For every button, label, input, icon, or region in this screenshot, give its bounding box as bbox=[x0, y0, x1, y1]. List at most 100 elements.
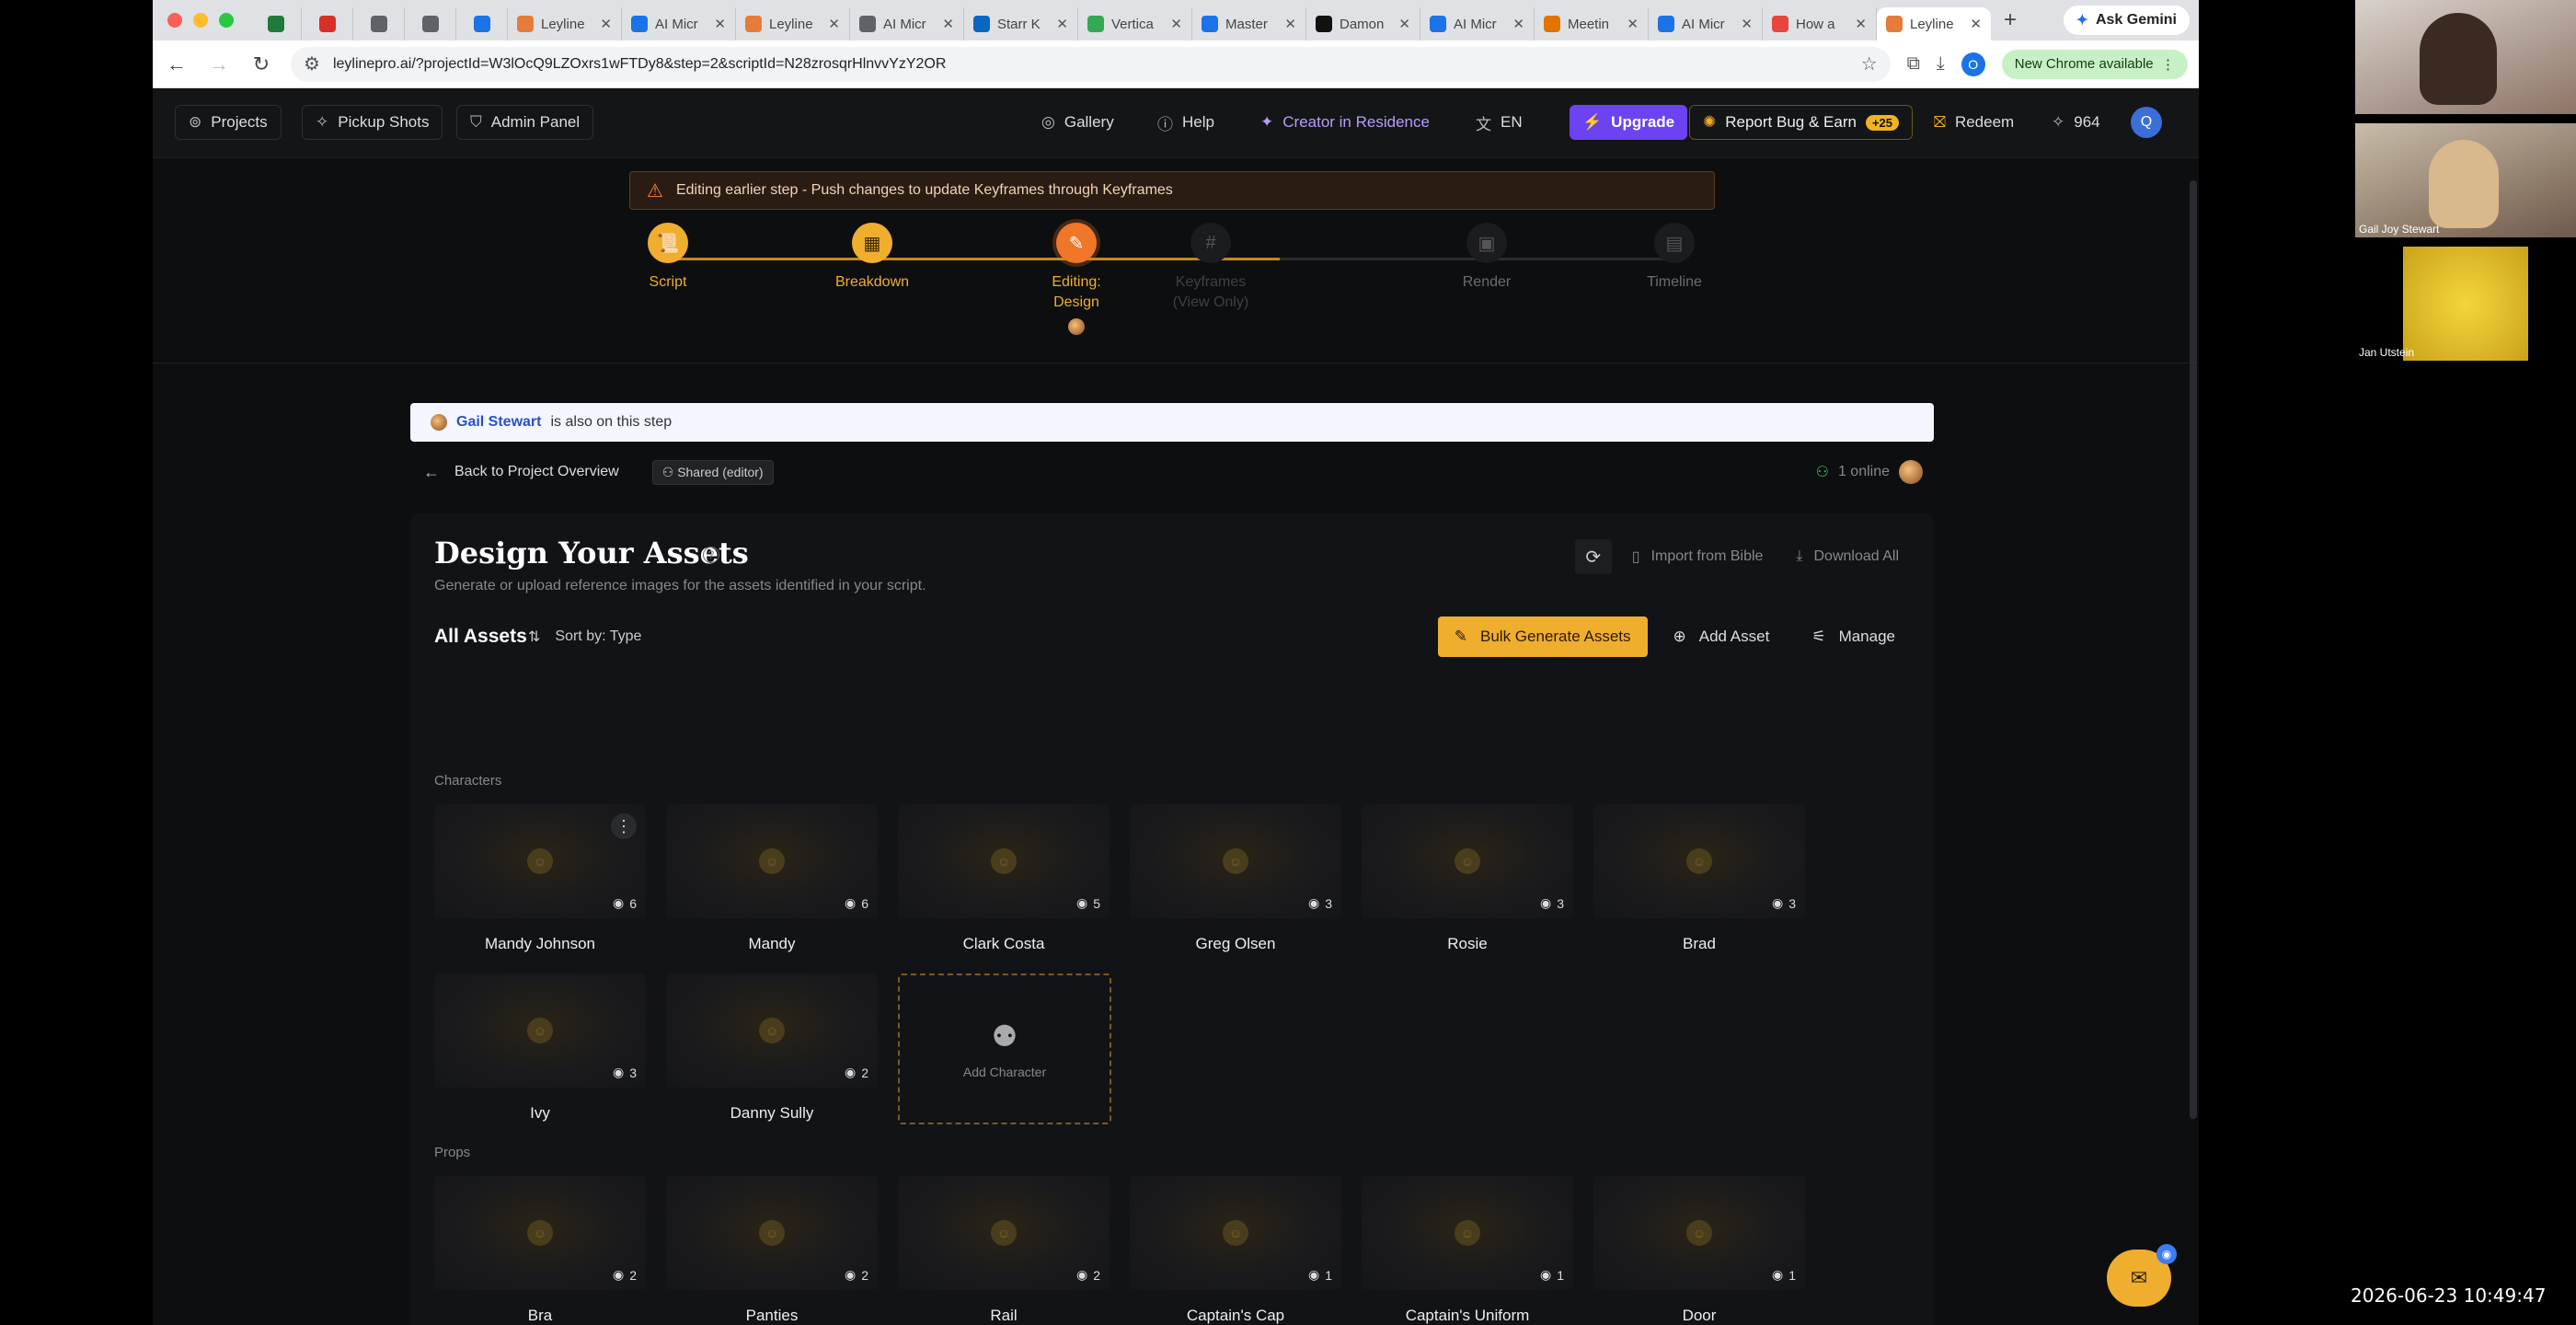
asset-card[interactable]: ☺ ◉ 5 Clark Costa bbox=[898, 804, 1110, 953]
new-chrome-available-button[interactable]: New Chrome available ⋮ bbox=[2001, 49, 2188, 79]
step-timeline[interactable]: ▤ Timeline bbox=[1601, 223, 1748, 293]
reload-icon[interactable]: ↻ bbox=[248, 52, 274, 76]
help-icon[interactable]: ? bbox=[703, 547, 719, 563]
creator-in-residence-button[interactable]: ✦ Creator in Residence bbox=[1248, 105, 1443, 140]
back-arrow-icon[interactable]: ← bbox=[423, 463, 440, 482]
scrollbar[interactable] bbox=[2190, 180, 2197, 1119]
browser-tab[interactable]: AI Micr ✕ bbox=[850, 7, 964, 40]
back-to-project-overview-link[interactable]: Back to Project Overview bbox=[454, 464, 619, 480]
close-tab-icon[interactable]: ✕ bbox=[828, 16, 840, 32]
video-tile-2[interactable]: Gail Joy Stewart bbox=[2355, 123, 2576, 237]
asset-thumbnail[interactable]: ☺ ◉ 5 bbox=[898, 804, 1110, 918]
close-tab-icon[interactable]: ✕ bbox=[714, 16, 726, 32]
video-tile-3[interactable]: Jan Utstein bbox=[2355, 247, 2576, 361]
close-tab-icon[interactable]: ✕ bbox=[1855, 16, 1867, 32]
asset-thumbnail[interactable]: ☺ ◉ 1 bbox=[1130, 1176, 1341, 1290]
download-all-button[interactable]: ⤓ Download All bbox=[1783, 539, 1912, 574]
step-script[interactable]: 📜 Script bbox=[594, 223, 742, 293]
credits-button[interactable]: ✧ 964 bbox=[2039, 105, 2113, 140]
browser-tab[interactable] bbox=[456, 7, 508, 40]
asset-card[interactable]: ☺ ◉ 2 Panties bbox=[666, 1176, 878, 1325]
asset-thumbnail[interactable]: ☺ ◉ 1 bbox=[1362, 1176, 1573, 1290]
video-tile-1[interactable] bbox=[2355, 0, 2576, 114]
gallery-button[interactable]: ◎ Gallery bbox=[1029, 105, 1127, 140]
browser-tab[interactable]: Starr K ✕ bbox=[964, 7, 1078, 40]
user-avatar[interactable]: Q bbox=[2131, 107, 2162, 138]
asset-card[interactable]: ☺ ◉ 6 ⋮ Mandy Johnson bbox=[434, 804, 646, 953]
asset-card[interactable]: ☺ ◉ 2 Rail bbox=[898, 1176, 1110, 1325]
asset-card[interactable]: ☺ ◉ 3 Brad bbox=[1593, 804, 1805, 953]
tab-search-icon[interactable]: ⧉ bbox=[1907, 53, 1920, 75]
add-asset-button[interactable]: ⊕ Add Asset bbox=[1657, 616, 1787, 657]
browser-tab[interactable]: AI Micr ✕ bbox=[1420, 7, 1535, 40]
help-button[interactable]: ⓘ Help bbox=[1144, 105, 1227, 140]
manage-button[interactable]: ⚟ Manage bbox=[1795, 616, 1912, 657]
asset-thumbnail[interactable]: ☺ ◉ 2 bbox=[666, 1176, 878, 1290]
asset-thumbnail[interactable]: ☺ ◉ 3 bbox=[1130, 804, 1341, 918]
back-arrow-icon[interactable]: ← bbox=[164, 52, 190, 76]
bulk-generate-assets-button[interactable]: ✎ Bulk Generate Assets bbox=[1437, 616, 1648, 657]
chat-button[interactable]: ✉ ◉ bbox=[2107, 1244, 2177, 1307]
bookmark-star-icon[interactable]: ☆ bbox=[1861, 52, 1878, 75]
asset-card[interactable]: ☺ ◉ 1 Captain's Uniform bbox=[1362, 1176, 1573, 1325]
browser-tab[interactable]: How a ✕ bbox=[1763, 7, 1877, 40]
step-editing[interactable]: ✎ Editing: Design bbox=[1003, 223, 1150, 335]
browser-tab[interactable]: Leyline ✕ bbox=[736, 7, 850, 40]
asset-thumbnail[interactable]: ☺ ◉ 2 bbox=[434, 1176, 646, 1290]
asset-card[interactable]: ☺ ◉ 3 Ivy bbox=[434, 974, 646, 1123]
browser-tab[interactable] bbox=[353, 7, 405, 40]
close-tab-icon[interactable]: ✕ bbox=[600, 16, 612, 32]
browser-tab[interactable]: Leyline ✕ bbox=[508, 7, 622, 40]
more-options-icon[interactable]: ⋮ bbox=[611, 813, 637, 839]
asset-thumbnail[interactable]: ☺ ◉ 6 ⋮ bbox=[434, 804, 646, 918]
asset-card[interactable]: ☺ ◉ 2 Danny Sully bbox=[666, 974, 878, 1123]
sort-control[interactable]: ⇅ Sort by: Type bbox=[528, 628, 641, 646]
close-tab-icon[interactable]: ✕ bbox=[1627, 16, 1639, 32]
profile-avatar[interactable]: O bbox=[1961, 52, 1985, 76]
refresh-button[interactable]: ⟳ bbox=[1574, 539, 1612, 574]
redeem-button[interactable]: ⛝ Redeem bbox=[1921, 105, 2027, 140]
new-tab-button[interactable]: + bbox=[1991, 7, 2030, 33]
browser-tab[interactable]: AI Micr ✕ bbox=[1649, 7, 1763, 40]
browser-tab[interactable]: Master ✕ bbox=[1192, 7, 1306, 40]
close-tab-icon[interactable]: ✕ bbox=[1741, 16, 1753, 32]
asset-card[interactable]: ☺ ◉ 2 Bra bbox=[434, 1176, 646, 1325]
browser-tab[interactable]: Leyline ✕ bbox=[1877, 7, 1991, 40]
step-breakdown[interactable]: ▦ Breakdown bbox=[799, 223, 946, 293]
browser-tab[interactable]: Damon ✕ bbox=[1306, 7, 1420, 40]
download-icon[interactable]: ⤓ bbox=[1937, 53, 1945, 75]
asset-thumbnail[interactable]: ☺ ◉ 1 bbox=[1593, 1176, 1805, 1290]
close-tab-icon[interactable]: ✕ bbox=[1512, 16, 1524, 32]
browser-tab[interactable]: Vertica ✕ bbox=[1078, 7, 1192, 40]
asset-card[interactable]: ☺ ◉ 3 Rosie bbox=[1362, 804, 1573, 953]
browser-tab[interactable]: AI Micr ✕ bbox=[622, 7, 736, 40]
asset-thumbnail[interactable]: ☺ ◉ 2 bbox=[898, 1176, 1110, 1290]
address-bar[interactable]: ⚙ leylinepro.ai/?projectId=W3lOcQ9LZOxrs… bbox=[291, 46, 1891, 82]
admin-panel-button[interactable]: ⛉ Admin Panel bbox=[456, 105, 594, 140]
maximize-window-button[interactable] bbox=[219, 13, 234, 28]
close-window-button[interactable] bbox=[167, 13, 182, 28]
close-tab-icon[interactable]: ✕ bbox=[1284, 16, 1296, 32]
close-tab-icon[interactable]: ✕ bbox=[1970, 16, 1982, 32]
upgrade-button[interactable]: ⚡ Upgrade bbox=[1570, 105, 1688, 140]
asset-card[interactable]: ☺ ◉ 1 Captain's Cap bbox=[1130, 1176, 1341, 1325]
asset-thumbnail[interactable]: ☺ ◉ 6 bbox=[666, 804, 878, 918]
language-button[interactable]: 文 EN bbox=[1463, 105, 1535, 140]
pickup-shots-button[interactable]: ✧ Pickup Shots bbox=[302, 105, 443, 140]
browser-tab[interactable] bbox=[250, 7, 302, 40]
browser-tab[interactable] bbox=[405, 7, 456, 40]
asset-card[interactable]: ☺ ◉ 1 Door bbox=[1593, 1176, 1805, 1325]
online-user-avatar[interactable] bbox=[1899, 460, 1923, 484]
site-info-icon[interactable]: ⚙ bbox=[304, 52, 320, 75]
asset-card[interactable]: ☺ ◉ 6 Mandy bbox=[666, 804, 878, 953]
import-from-bible-button[interactable]: ▯ Import from Bible bbox=[1619, 539, 1777, 574]
asset-thumbnail[interactable]: ☺ ◉ 2 bbox=[666, 974, 878, 1088]
forward-arrow-icon[interactable]: → bbox=[206, 52, 232, 76]
close-tab-icon[interactable]: ✕ bbox=[1398, 16, 1410, 32]
url-text[interactable]: leylinepro.ai/?projectId=W3lOcQ9LZOxrs1w… bbox=[333, 56, 1848, 73]
browser-tab[interactable]: Meetin ✕ bbox=[1535, 7, 1649, 40]
asset-thumbnail[interactable]: ☺ ◉ 3 bbox=[1362, 804, 1573, 918]
ask-gemini-button[interactable]: ✦ Ask Gemini bbox=[2063, 6, 2190, 35]
browser-tab[interactable] bbox=[302, 7, 353, 40]
minimize-window-button[interactable] bbox=[193, 13, 208, 28]
